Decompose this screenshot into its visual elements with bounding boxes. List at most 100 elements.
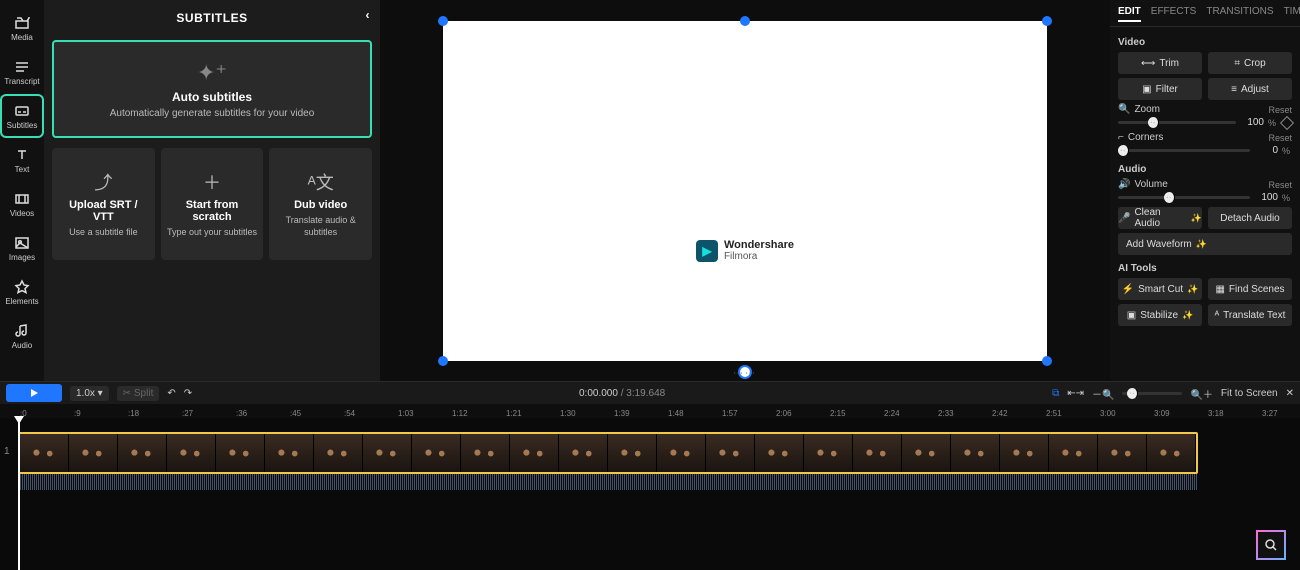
resize-handle-bl[interactable] bbox=[438, 356, 448, 366]
stabilize-button[interactable]: ▣Stabilize✨ bbox=[1118, 304, 1202, 326]
logo-product: Filmora bbox=[724, 251, 794, 262]
snap-button[interactable]: ⇤⇥ bbox=[1067, 388, 1084, 399]
ruler-tick: 1:48 bbox=[668, 409, 722, 418]
trim-icon: ⟷ bbox=[1141, 58, 1155, 69]
rail-label: Audio bbox=[12, 341, 32, 350]
resize-handle-tl[interactable] bbox=[438, 16, 448, 26]
playhead[interactable] bbox=[18, 418, 20, 570]
magnet-button[interactable]: ⧉ bbox=[1052, 388, 1059, 399]
clip-thumbnail bbox=[608, 434, 657, 472]
clip-thumbnail bbox=[265, 434, 314, 472]
split-button[interactable]: ✂ Split bbox=[117, 386, 160, 401]
adjust-button[interactable]: ≡Adjust bbox=[1208, 78, 1292, 100]
floating-zoom-button[interactable] bbox=[1256, 530, 1286, 560]
corners-slider[interactable] bbox=[1118, 149, 1250, 152]
card-desc: Type out your subtitles bbox=[167, 227, 257, 239]
filter-button[interactable]: ▣Filter bbox=[1118, 78, 1202, 100]
rail-item-audio[interactable]: Audio bbox=[2, 316, 42, 356]
crop-button[interactable]: ⌗Crop bbox=[1208, 52, 1292, 74]
translate-text-button[interactable]: ᴬTranslate Text bbox=[1208, 304, 1292, 326]
upload-srt-card[interactable]: ⤴ Upload SRT / VTT Use a subtitle file bbox=[52, 148, 155, 260]
clip-thumbnail bbox=[412, 434, 461, 472]
filmora-mark-icon: ▶ bbox=[696, 240, 718, 262]
crop-icon: ⌗ bbox=[1234, 58, 1240, 69]
preview-area: ▶ Wondershare Filmora ⋯⋯ bbox=[380, 0, 1110, 381]
clip-thumbnail bbox=[314, 434, 363, 472]
add-waveform-button[interactable]: Add Waveform✨ bbox=[1118, 233, 1292, 255]
rail-item-subtitles[interactable]: Subtitles bbox=[2, 96, 42, 136]
resize-handle-top[interactable] bbox=[740, 16, 750, 26]
panel-title: SUBTITLES bbox=[176, 11, 247, 25]
play-button[interactable] bbox=[6, 384, 62, 402]
left-rail: Media Transcript Subtitles Text Videos I… bbox=[0, 0, 44, 381]
card-desc: Translate audio & subtitles bbox=[275, 215, 366, 238]
volume-reset-button[interactable]: Reset bbox=[1268, 180, 1292, 190]
tab-effects[interactable]: EFFECTS bbox=[1151, 6, 1197, 22]
ruler-tick: 1:21 bbox=[506, 409, 560, 418]
collapse-panel-button[interactable]: ‹ bbox=[366, 8, 371, 22]
clean-icon: 🎤 bbox=[1118, 213, 1130, 224]
close-button[interactable]: ✕ bbox=[1286, 388, 1294, 399]
find-scenes-button[interactable]: ▦Find Scenes bbox=[1208, 278, 1292, 300]
resize-handle-tr[interactable] bbox=[1042, 16, 1052, 26]
corners-icon: ⌐ bbox=[1118, 132, 1124, 143]
zoom-reset-button[interactable]: Reset bbox=[1268, 105, 1292, 115]
rail-item-images[interactable]: Images bbox=[2, 228, 42, 268]
rail-item-elements[interactable]: Elements bbox=[2, 272, 42, 312]
clip-thumbnail bbox=[706, 434, 755, 472]
zoom-out-button[interactable]: －🔍 bbox=[1092, 386, 1114, 401]
tab-edit[interactable]: EDIT bbox=[1118, 6, 1141, 22]
upload-icon: ⤴ bbox=[94, 169, 112, 195]
volume-slider[interactable] bbox=[1118, 196, 1250, 199]
keyframe-button[interactable] bbox=[1280, 115, 1294, 129]
trim-button[interactable]: ⟷Trim bbox=[1118, 52, 1202, 74]
ruler-tick: :54 bbox=[344, 409, 398, 418]
timeline-zoom-slider[interactable] bbox=[1122, 392, 1182, 395]
redo-button[interactable]: ↷ bbox=[184, 388, 192, 399]
resize-handle-br[interactable] bbox=[1042, 356, 1052, 366]
translate-icon: ᴬ文 bbox=[308, 169, 334, 195]
dub-video-card[interactable]: ᴬ文 Dub video Translate audio & subtitles bbox=[269, 148, 372, 260]
clean-audio-button[interactable]: 🎤Clean Audio✨ bbox=[1118, 207, 1202, 229]
tab-timing[interactable]: TIMING bbox=[1284, 6, 1300, 22]
rail-item-transcript[interactable]: Transcript bbox=[2, 52, 42, 92]
sparkle-icon: ✦⁺ bbox=[197, 60, 227, 86]
card-title: Upload SRT / VTT bbox=[58, 199, 149, 223]
ruler-tick: 2:24 bbox=[884, 409, 938, 418]
fit-screen-button[interactable]: Fit to Screen bbox=[1221, 388, 1278, 399]
auto-subtitles-desc: Automatically generate subtitles for you… bbox=[110, 108, 315, 119]
detach-audio-button[interactable]: Detach Audio bbox=[1208, 207, 1292, 229]
timeline-toolbar: 1.0x ▾ ✂ Split ↶ ↷ 0:00.000 / 3:19.648 ⧉… bbox=[0, 381, 1300, 404]
video-canvas[interactable]: ▶ Wondershare Filmora bbox=[443, 21, 1047, 361]
timeline-area[interactable]: 1 bbox=[0, 418, 1300, 570]
start-scratch-card[interactable]: ＋ Start from scratch Type out your subti… bbox=[161, 148, 264, 260]
ai-section-label: AI Tools bbox=[1118, 263, 1292, 274]
volume-unit: % bbox=[1282, 193, 1292, 203]
auto-subtitles-card[interactable]: ✦⁺ Auto subtitles Automatically generate… bbox=[52, 40, 372, 138]
rail-label: Media bbox=[11, 33, 33, 42]
rail-item-videos[interactable]: Videos bbox=[2, 184, 42, 224]
tab-transitions[interactable]: TRANSITIONS bbox=[1206, 6, 1273, 22]
card-title: Dub video bbox=[294, 199, 347, 211]
zoom-in-button[interactable]: 🔍＋ bbox=[1190, 386, 1212, 401]
rail-item-text[interactable]: Text bbox=[2, 140, 42, 180]
playback-speed-select[interactable]: 1.0x ▾ bbox=[70, 386, 109, 401]
video-clip[interactable] bbox=[18, 432, 1198, 474]
ruler-tick: :9 bbox=[74, 409, 128, 418]
rail-item-media[interactable]: Media bbox=[2, 8, 42, 48]
scenes-icon: ▦ bbox=[1215, 284, 1224, 295]
ruler-tick: 3:18 bbox=[1208, 409, 1262, 418]
timeline-ruler[interactable]: :0:9:18:27:36:45:541:031:121:211:301:391… bbox=[0, 404, 1300, 418]
ruler-tick: 2:15 bbox=[830, 409, 884, 418]
zoom-slider[interactable] bbox=[1118, 121, 1236, 124]
sparkle-icon: ✨ bbox=[1182, 310, 1193, 321]
panel-drag-handle[interactable]: ⋯⋯ bbox=[733, 368, 757, 379]
ruler-tick: 1:12 bbox=[452, 409, 506, 418]
corners-reset-button[interactable]: Reset bbox=[1268, 133, 1292, 143]
clip-thumbnail bbox=[20, 434, 69, 472]
undo-button[interactable]: ↶ bbox=[167, 388, 175, 399]
smart-cut-button[interactable]: ⚡Smart Cut✨ bbox=[1118, 278, 1202, 300]
ruler-tick: 3:09 bbox=[1154, 409, 1208, 418]
rail-label: Subtitles bbox=[7, 121, 38, 130]
clip-thumbnail bbox=[657, 434, 706, 472]
